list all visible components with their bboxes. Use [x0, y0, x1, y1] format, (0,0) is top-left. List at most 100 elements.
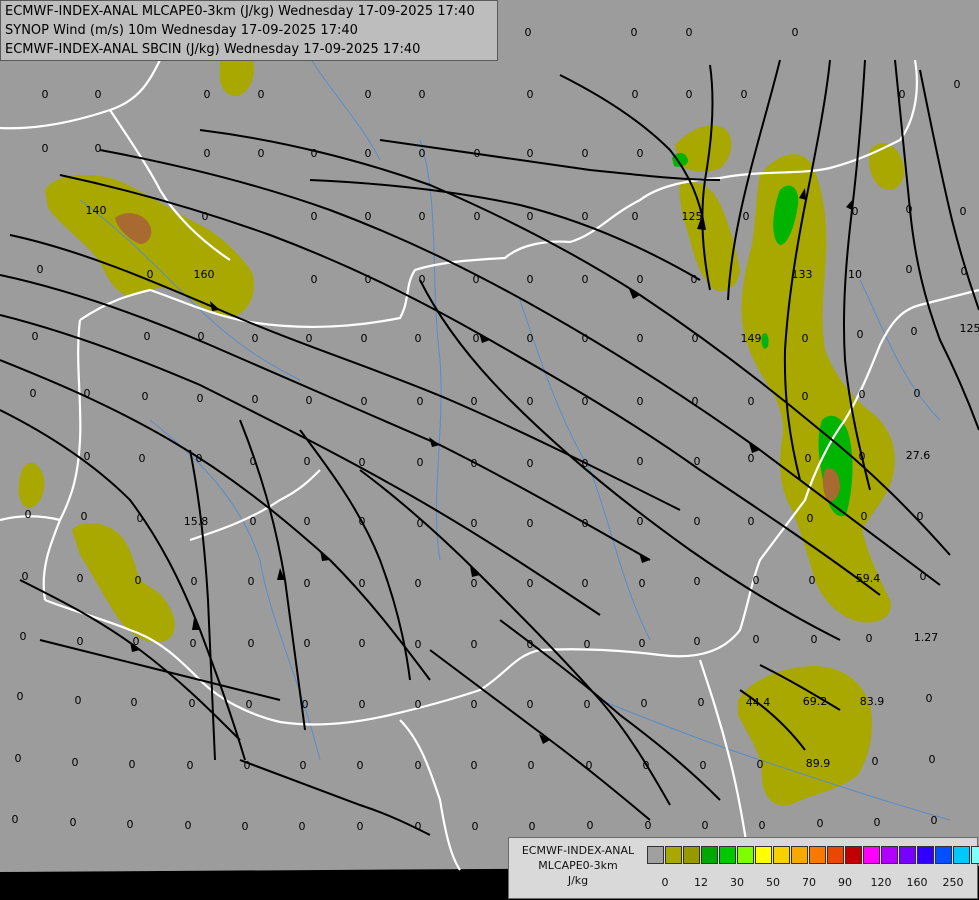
cape-value-label: 0: [70, 816, 77, 829]
cape-value-label: 0: [960, 205, 967, 218]
cape-value-label: 69.2: [803, 695, 828, 708]
legend-title-unit: J/kg: [567, 874, 589, 887]
cape-value-label: 27.6: [906, 449, 931, 462]
cape-value-label: 0: [258, 88, 265, 101]
legend-swatch: [809, 846, 826, 864]
cape-value-label: 0: [142, 390, 149, 403]
cape-value-label: 0: [25, 508, 32, 521]
cape-value-label: 0: [191, 575, 198, 588]
cape-value-label: 0: [129, 758, 136, 771]
cape-value-label: 0: [817, 817, 824, 830]
cape-region-east-spot: [761, 333, 769, 349]
legend-tick-labels: 01230507090120160250400: [647, 876, 979, 892]
cape-value-label: 0: [30, 387, 37, 400]
legend-swatch: [845, 846, 862, 864]
cape-value-label: 0: [419, 273, 426, 286]
cape-value-label: 0: [77, 635, 84, 648]
cape-value-label: 0: [12, 813, 19, 826]
cape-value-label: 0: [196, 452, 203, 465]
cape-value-label: 0: [584, 638, 591, 651]
legend-tick-label: 90: [838, 876, 852, 889]
cape-value-label: 0: [361, 395, 368, 408]
cape-value-label: 0: [304, 455, 311, 468]
cape-value-label: 0: [692, 395, 699, 408]
cape-value-label: 0: [637, 332, 644, 345]
cape-value-label: 0: [582, 577, 589, 590]
cape-value-label: 0: [187, 759, 194, 772]
cape-value-label: 125: [960, 322, 979, 335]
legend-swatch: [827, 846, 844, 864]
cape-value-label: 0: [133, 635, 140, 648]
legend-tick-label: 30: [730, 876, 744, 889]
cape-value-label: 0: [686, 88, 693, 101]
cape-value-label: 0: [302, 698, 309, 711]
cape-value-label: 0: [419, 147, 426, 160]
cape-value-label: 0: [529, 820, 536, 833]
cape-value-label: 59.4: [856, 572, 881, 585]
cape-value-label: 0: [632, 88, 639, 101]
cape-value-label: 0: [189, 697, 196, 710]
cape-value-label: 0: [748, 395, 755, 408]
legend-tick-label: 50: [766, 876, 780, 889]
cape-value-label: 0: [527, 273, 534, 286]
cape-value-label: 0: [311, 147, 318, 160]
cape-value-label: 0: [246, 698, 253, 711]
cape-value-label: 0: [637, 395, 644, 408]
cape-value-label: 0: [299, 820, 306, 833]
cape-value-label: 0: [417, 395, 424, 408]
cape-value-label: 0: [304, 637, 311, 650]
legend-tick-label: 120: [870, 876, 892, 889]
cape-value-label: 0: [95, 142, 102, 155]
cape-value-label: 0: [357, 759, 364, 772]
cape-value-label: 0: [802, 332, 809, 345]
cape-value-label: 0: [587, 819, 594, 832]
cape-value-label: 0: [250, 515, 257, 528]
cape-value-label: 0: [899, 88, 906, 101]
cape-value-label: 0: [641, 697, 648, 710]
cape-value-label: 0: [700, 759, 707, 772]
cape-value-label: 0: [365, 210, 372, 223]
cape-value-label: 0: [471, 698, 478, 711]
legend-swatch: [935, 846, 952, 864]
cape-value-label: 0: [77, 572, 84, 585]
cape-value-label: 0: [743, 210, 750, 223]
cape-value-label: 0: [753, 633, 760, 646]
cape-value-label: 0: [15, 752, 22, 765]
map-title-box: ECMWF-INDEX-ANAL MLCAPE0-3km (J/kg) Wedn…: [0, 0, 498, 61]
cape-value-label: 0: [859, 388, 866, 401]
cape-value-label: 0: [244, 759, 251, 772]
cape-value-label: 0: [75, 694, 82, 707]
cape-value-label: 0: [632, 210, 639, 223]
color-legend: ECMWF-INDEX-ANAL MLCAPE0-3km J/kg 0 12 30 5…: [508, 837, 979, 899]
cape-value-label: 160: [194, 268, 215, 281]
cape-value-label: 0: [242, 820, 249, 833]
cape-value-label: 0: [473, 332, 480, 345]
cape-value-label: 0: [20, 630, 27, 643]
legend-swatch: [953, 846, 970, 864]
legend-title-parameter: MLCAPE0-3km: [538, 859, 618, 872]
cape-value-label: 0: [95, 88, 102, 101]
legend-swatch: [881, 846, 898, 864]
cape-value-label: 0: [694, 515, 701, 528]
cape-value-label: 0: [359, 515, 366, 528]
cape-value-label: 0: [84, 450, 91, 463]
cape-value-label: 0: [748, 515, 755, 528]
cape-value-label: 0: [859, 450, 866, 463]
cape-value-label: 0: [954, 78, 961, 91]
cape-value-label: 0: [861, 510, 868, 523]
cape-value-label: 0: [631, 26, 638, 39]
cape-value-label: 0: [759, 819, 766, 832]
cape-value-label: 0: [914, 387, 921, 400]
cape-value-label: 0: [202, 210, 209, 223]
cape-value-label: 0: [198, 330, 205, 343]
cape-value-label: 0: [961, 265, 968, 278]
cape-value-label: 0: [931, 814, 938, 827]
cape-value-label: 0: [906, 263, 913, 276]
cape-value-label: 0: [527, 147, 534, 160]
cape-value-label: 0: [694, 635, 701, 648]
cape-value-label: 149: [741, 332, 762, 345]
cape-value-label: 0: [857, 328, 864, 341]
cape-value-label: 0: [852, 205, 859, 218]
cape-value-label: 0: [135, 574, 142, 587]
cape-value-label: 0: [874, 816, 881, 829]
